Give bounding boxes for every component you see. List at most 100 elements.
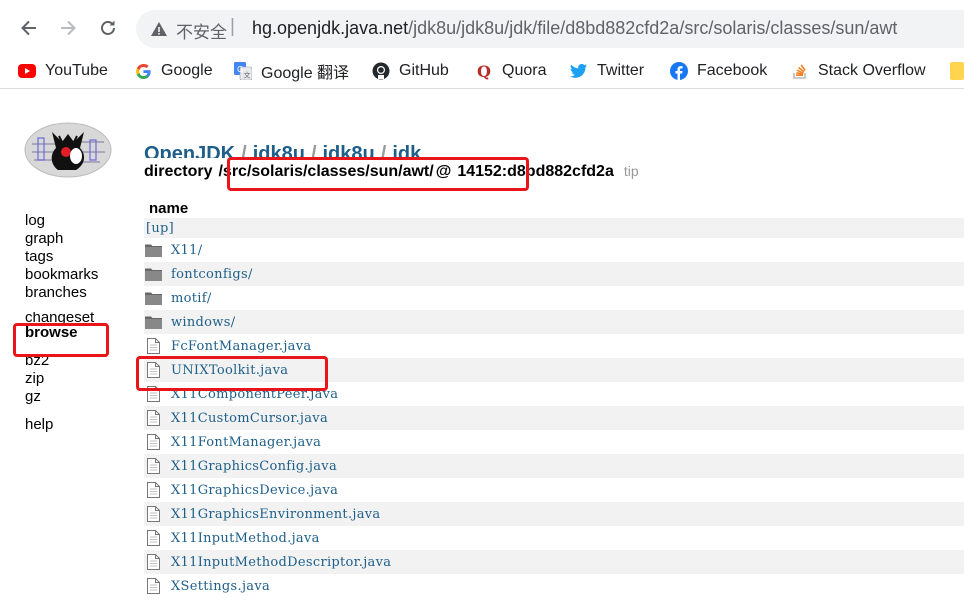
breadcrumb-separator: /	[310, 143, 317, 158]
breadcrumb-jdk8u[interactable]: jdk8u	[323, 143, 375, 158]
menu-item-bookmarks[interactable]: bookmarks	[25, 266, 98, 284]
tip-tag: tip	[623, 163, 639, 179]
folder-row[interactable]: X11/	[144, 238, 964, 262]
file-icon	[145, 553, 162, 571]
google-translate-icon: G文	[234, 62, 252, 80]
file-row[interactable]: FcFontManager.java	[144, 334, 964, 358]
file-link[interactable]: X11GraphicsConfig.java	[171, 459, 337, 474]
file-link[interactable]: X11InputMethod.java	[171, 531, 320, 546]
column-header-name: name	[149, 200, 189, 217]
file-icon	[145, 409, 162, 427]
svg-text:Q: Q	[477, 62, 491, 80]
url-separator: |	[230, 16, 235, 37]
bookmark-facebook[interactable]: Facebook	[670, 58, 767, 84]
folder-icon	[145, 265, 162, 283]
bookmark-label: GitHub	[399, 62, 449, 79]
menu-item-bz2[interactable]: bz2	[25, 352, 98, 370]
folder-link[interactable]: X11/	[171, 243, 202, 258]
folder-row[interactable]: windows/	[144, 310, 964, 334]
bookmark-youtube[interactable]: YouTube	[18, 58, 108, 84]
file-link[interactable]: X11GraphicsDevice.java	[171, 483, 338, 498]
folder-icon	[145, 241, 162, 259]
file-link[interactable]: X11ComponentPeer.java	[171, 387, 338, 402]
file-row[interactable]: UNIXToolkit.java	[144, 358, 964, 382]
bookmark-label: Twitter	[597, 62, 645, 79]
sidebar-menu: log graph tags bookmarks branches change…	[25, 212, 98, 434]
menu-item-log[interactable]: log	[25, 212, 98, 230]
folder-row[interactable]: fontconfigs/	[144, 262, 964, 286]
directory-label: directory	[144, 163, 213, 180]
file-row[interactable]: X11InputMethodDescriptor.java	[144, 550, 964, 574]
file-row[interactable]: X11InputMethod.java	[144, 526, 964, 550]
breadcrumb-jdk8u-forest[interactable]: jdk8u	[253, 143, 305, 158]
twitter-icon	[570, 62, 588, 80]
security-label[interactable]: 不安全	[176, 18, 227, 43]
up-link[interactable]: [up]	[144, 218, 964, 238]
file-link[interactable]: FcFontManager.java	[171, 339, 311, 354]
menu-item-zip[interactable]: zip	[25, 370, 98, 388]
file-icon	[145, 337, 162, 355]
url-path: /jdk8u/jdk8u/jdk/file/d8bd882cfd2a/src/s…	[408, 18, 898, 38]
file-row[interactable]: X11GraphicsEnvironment.java	[144, 502, 964, 526]
bookmark-github[interactable]: GitHub	[372, 58, 449, 84]
bookmark-twitter[interactable]: Twitter	[570, 58, 644, 84]
file-row[interactable]: X11CustomCursor.java	[144, 406, 964, 430]
menu-item-browse[interactable]: browse	[25, 324, 98, 342]
file-icon	[145, 481, 162, 499]
quora-icon: Q	[475, 62, 493, 80]
file-link[interactable]: X11CustomCursor.java	[171, 411, 328, 426]
file-row[interactable]: X11GraphicsConfig.java	[144, 454, 964, 478]
file-listing: name [up] X11/fontconfigs/motif/windows/…	[144, 200, 964, 598]
file-row[interactable]: X11FontManager.java	[144, 430, 964, 454]
file-icon	[145, 457, 162, 475]
menu-item-tags[interactable]: tags	[25, 248, 98, 266]
menu-item-gz[interactable]: gz	[25, 388, 98, 406]
address-bar[interactable]: 不安全 | hg.openjdk.java.net/jdk8u/jdk8u/jd…	[136, 10, 964, 48]
bookmark-google-translate[interactable]: G文 Google 翻译	[234, 58, 349, 84]
bookmark-label: Google	[161, 62, 213, 79]
file-row[interactable]: X11GraphicsDevice.java	[144, 478, 964, 502]
file-link[interactable]: X11FontManager.java	[171, 435, 321, 450]
bookmark-label: Facebook	[697, 62, 768, 79]
svg-text:G: G	[237, 65, 243, 74]
file-link[interactable]: UNIXToolkit.java	[171, 363, 288, 378]
folder-row[interactable]: motif/	[144, 286, 964, 310]
breadcrumb-openjdk[interactable]: OpenJDK	[144, 143, 235, 158]
file-link[interactable]: XSettings.java	[171, 579, 270, 594]
folder-icon	[145, 289, 162, 307]
folder-icon	[145, 313, 162, 331]
breadcrumb: OpenJDK / jdk8u / jdk8u / jdk	[144, 140, 421, 158]
folder-link[interactable]: windows/	[171, 315, 235, 330]
menu-item-changeset[interactable]: changeset	[25, 312, 98, 324]
bookmarks-bar: YouTube Google G文 Google 翻译 GitHub Q Quo…	[0, 54, 964, 89]
menu-item-graph[interactable]: graph	[25, 230, 98, 248]
menu-item-branches[interactable]: branches	[25, 284, 98, 302]
file-link[interactable]: X11GraphicsEnvironment.java	[171, 507, 380, 522]
directory-heading: directory/src/solaris/classes/sun/awt/@1…	[144, 163, 639, 181]
google-icon	[134, 62, 152, 80]
at-sign: @	[435, 163, 452, 180]
mercurial-logo[interactable]	[24, 122, 114, 178]
back-button[interactable]	[12, 11, 46, 45]
bookmark-quora[interactable]: Q Quora	[475, 58, 546, 84]
breadcrumb-jdk[interactable]: jdk	[392, 143, 421, 158]
facebook-icon	[670, 62, 688, 80]
reload-button[interactable]	[91, 11, 125, 45]
file-row[interactable]: XSettings.java	[144, 574, 964, 598]
menu-item-help[interactable]: help	[25, 416, 98, 434]
file-row[interactable]: X11ComponentPeer.java	[144, 382, 964, 406]
url-host: hg.openjdk.java.net	[252, 18, 409, 38]
forward-button[interactable]	[51, 11, 85, 45]
url-text[interactable]: hg.openjdk.java.net/jdk8u/jdk8u/jdk/file…	[252, 18, 897, 39]
bookmark-stack-overflow[interactable]: Stack Overflow	[791, 58, 926, 84]
file-icon	[145, 529, 162, 547]
file-link[interactable]: X11InputMethodDescriptor.java	[171, 555, 391, 570]
folder-icon[interactable]	[950, 62, 964, 80]
folder-link[interactable]: fontconfigs/	[171, 267, 253, 282]
bookmark-google[interactable]: Google	[134, 58, 213, 84]
browser-toolbar: 不安全 | hg.openjdk.java.net/jdk8u/jdk8u/jd…	[0, 0, 964, 54]
warning-icon[interactable]	[150, 20, 168, 38]
file-icon	[145, 433, 162, 451]
svg-text:文: 文	[244, 71, 251, 80]
folder-link[interactable]: motif/	[171, 291, 212, 306]
